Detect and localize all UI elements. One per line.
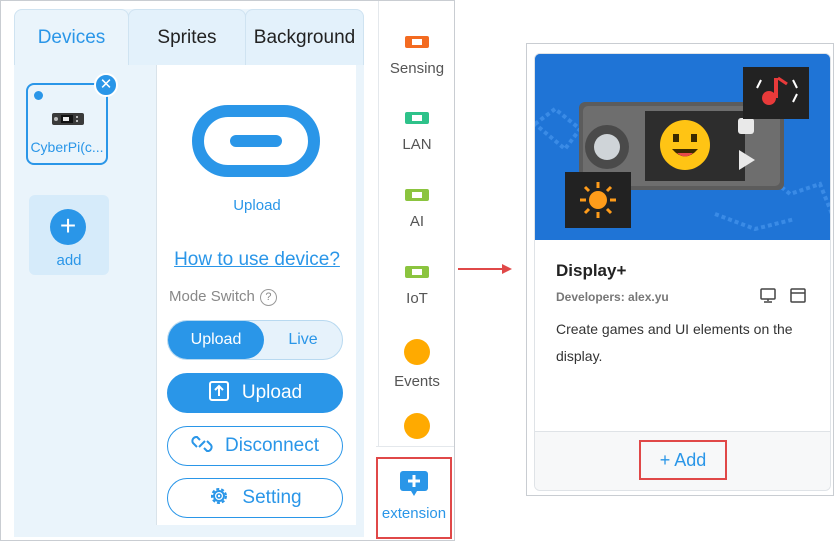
desktop-icon — [760, 288, 776, 303]
category-control[interactable] — [379, 413, 454, 447]
board-icon — [405, 266, 429, 278]
connected-indicator — [34, 91, 43, 100]
category-lan[interactable]: LAN — [379, 109, 454, 153]
device-list: ✕ CyberPi(c... + add — [14, 65, 142, 537]
add-device-label: add — [56, 252, 82, 269]
category-sensing[interactable]: Sensing — [379, 33, 454, 77]
mode-switch-text: Mode Switch — [169, 288, 255, 305]
upload-caption: Upload — [233, 197, 281, 214]
upload-button-label: Upload — [241, 382, 303, 403]
help-icon[interactable]: ? — [259, 289, 277, 306]
setting-button-label: Setting — [242, 487, 302, 508]
category-label: Sensing — [389, 60, 445, 77]
add-device-button[interactable]: + add — [29, 195, 109, 275]
extension-card-display-plus[interactable]: Display+ Developers: alex.yu Create game… — [534, 53, 831, 491]
tab-background[interactable]: Background — [245, 9, 364, 65]
device-detail: Upload How to use device? Mode Switch? U… — [156, 65, 356, 525]
device-card-cyberpi[interactable]: ✕ CyberPi(c... — [26, 73, 118, 165]
mode-switch-toggle: Upload Live — [167, 320, 343, 360]
category-label: Events — [394, 373, 440, 390]
category-label: AI — [409, 213, 425, 230]
tab-devices[interactable]: Devices — [14, 9, 129, 65]
window-icon — [790, 288, 806, 303]
category-ai[interactable]: AI — [379, 186, 454, 230]
extension-area: extension — [376, 446, 454, 540]
extension-card-footer: + Add — [535, 431, 830, 490]
tab-sprites[interactable]: Sprites — [128, 9, 246, 65]
dot-icon — [404, 339, 430, 365]
extension-developers: Developers: alex.yu — [556, 290, 669, 304]
plus-icon: + — [50, 209, 86, 245]
disconnect-button-label: Disconnect — [225, 435, 319, 456]
setting-button[interactable]: Setting — [167, 478, 343, 518]
devices-area: Devices Sprites Background ✕ CyberPi(c..… — [14, 9, 364, 537]
category-label: LAN — [402, 136, 432, 153]
how-to-use-device-link[interactable]: How to use device? — [157, 249, 357, 271]
board-icon — [405, 112, 429, 124]
disconnect-button[interactable]: Disconnect — [167, 426, 343, 466]
category-events[interactable]: Events — [379, 339, 454, 390]
devices-panel: Devices Sprites Background ✕ CyberPi(c..… — [0, 0, 455, 541]
arrow-right-icon — [458, 264, 512, 274]
category-iot[interactable]: IoT — [379, 263, 454, 307]
extension-add-icon — [400, 471, 428, 496]
mode-switch-label: Mode Switch? — [169, 288, 277, 306]
extension-title: Display+ — [556, 261, 627, 280]
gear-icon — [211, 488, 228, 504]
cyberpi-device-icon — [52, 113, 84, 125]
platform-icons — [760, 288, 810, 304]
broken-link-icon — [191, 435, 213, 453]
category-label: IoT — [406, 290, 428, 307]
dot-icon — [404, 413, 430, 439]
upload-icon — [208, 381, 229, 401]
block-category-bar: Sensing LAN AI IoT Events extension — [376, 1, 454, 540]
extension-button[interactable]: extension — [376, 457, 452, 539]
add-extension-button[interactable]: + Add — [639, 440, 727, 480]
mode-live-option[interactable]: Live — [264, 321, 342, 359]
device-name: CyberPi(c... — [30, 139, 104, 155]
extension-panel: Display+ Developers: alex.yu Create game… — [526, 43, 834, 496]
board-icon — [405, 189, 429, 201]
display-plus-banner-image — [535, 54, 830, 240]
extension-description: Create games and UI elements on the disp… — [556, 321, 793, 364]
close-icon[interactable]: ✕ — [94, 73, 118, 97]
board-icon — [405, 36, 429, 48]
mode-upload-option[interactable]: Upload — [168, 321, 264, 359]
upload-mode-link-icon — [192, 105, 320, 177]
upload-button[interactable]: Upload — [167, 373, 343, 413]
extension-label: extension — [381, 505, 447, 522]
